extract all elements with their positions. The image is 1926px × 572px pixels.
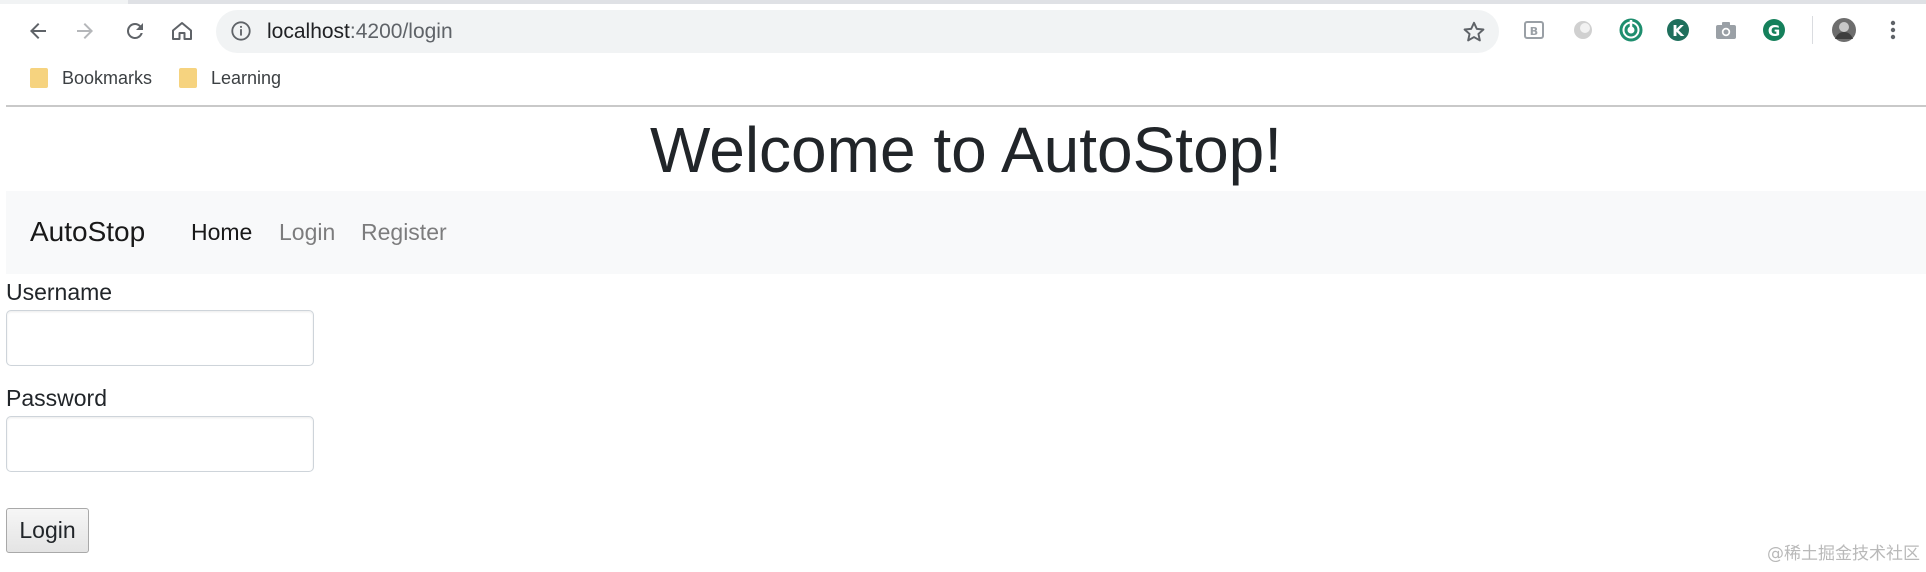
- toolbar-divider: [1812, 16, 1813, 44]
- url-text[interactable]: localhost:4200/login: [267, 21, 453, 43]
- username-label: Username: [6, 279, 113, 305]
- nav-link-register[interactable]: Register: [361, 218, 447, 246]
- arrow-right-icon: [77, 23, 93, 39]
- password-field[interactable]: [6, 416, 314, 472]
- nav-link-home[interactable]: Home: [191, 218, 252, 246]
- extension-k-icon[interactable]: K: [1663, 15, 1693, 45]
- back-button[interactable]: [20, 13, 56, 49]
- forward-button[interactable]: [67, 13, 103, 49]
- nav-link-login[interactable]: Login: [279, 218, 335, 246]
- login-button[interactable]: Login: [6, 508, 89, 553]
- page-content: Welcome to AutoStop! AutoStop Home Login…: [6, 107, 1926, 572]
- bookmark-folder-learning[interactable]: Learning: [179, 62, 281, 94]
- navbar: AutoStop Home Login Register: [6, 191, 1926, 274]
- profile-avatar[interactable]: [1829, 15, 1859, 45]
- grammarly-icon[interactable]: G: [1759, 15, 1789, 45]
- folder-icon: [30, 68, 48, 88]
- username-field[interactable]: [6, 310, 314, 366]
- star-icon[interactable]: [1461, 19, 1487, 45]
- active-tab-edge: [0, 0, 128, 4]
- page-title: Welcome to AutoStop!: [649, 114, 1283, 186]
- reload-button[interactable]: [117, 13, 153, 49]
- home-icon: [172, 22, 192, 40]
- info-icon[interactable]: [230, 20, 252, 42]
- bookmark-label: Learning: [211, 67, 282, 88]
- svg-text:K: K: [1672, 22, 1685, 40]
- svg-text:B: B: [1530, 25, 1538, 38]
- extension-circle-icon[interactable]: [1568, 15, 1598, 45]
- browser-chrome: localhost:4200/login B K G Bookmarks Lea…: [0, 0, 1926, 107]
- home-button[interactable]: [164, 13, 200, 49]
- url-host: localhost: [267, 20, 350, 43]
- navbar-brand[interactable]: AutoStop: [30, 215, 145, 249]
- bookmark-label: Bookmarks: [62, 67, 153, 88]
- folder-icon: [179, 68, 197, 88]
- address-bar[interactable]: localhost:4200/login: [216, 10, 1499, 53]
- arrow-left-icon: [30, 23, 46, 39]
- reload-icon: [126, 22, 143, 39]
- bookmarks-bar: Bookmarks Learning: [0, 62, 1926, 94]
- kebab-menu-icon[interactable]: [1878, 15, 1908, 45]
- bookmark-folder-bookmarks[interactable]: Bookmarks: [30, 62, 152, 94]
- password-label: Password: [6, 385, 107, 411]
- tab-strip: [0, 0, 1926, 4]
- svg-text:G: G: [1768, 22, 1780, 40]
- extension-spiral-icon[interactable]: [1616, 15, 1646, 45]
- url-path: :4200/login: [349, 20, 453, 43]
- camera-icon[interactable]: [1711, 15, 1741, 45]
- watermark: @稀土掘金技术社区: [1767, 544, 1920, 564]
- extension-reader-icon[interactable]: B: [1519, 15, 1549, 45]
